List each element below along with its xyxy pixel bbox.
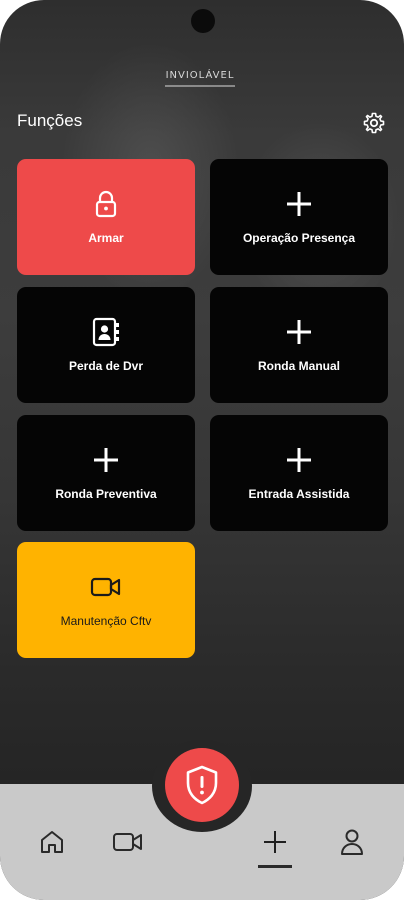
page-title: Funções [17,111,83,130]
tile-label: Entrada Assistida [248,487,350,501]
lock-icon [95,190,117,218]
tile-label: Armar [88,231,124,245]
active-tab-indicator [258,865,292,868]
plus-icon [287,448,311,472]
tile-label: Manutenção Cftv [60,614,152,628]
user-icon [341,829,363,855]
settings-button[interactable] [362,111,386,135]
shield-alert-icon [186,765,218,805]
front-camera [191,9,215,33]
plus-icon [264,831,286,853]
contacts-book-icon [92,317,119,347]
tile-ronda-manual[interactable]: Ronda Manual [210,287,388,403]
nav-video-button[interactable] [111,826,145,858]
tile-entrada-assistida[interactable]: Entrada Assistida [210,415,388,531]
tile-ronda-preventiva[interactable]: Ronda Preventiva [17,415,195,531]
tile-perda-de-dvr[interactable]: Perda de Dvr [17,287,195,403]
gear-icon [363,112,385,134]
phone-screen: INVIOLÁVEL Funções Armar Operação Presen [0,0,404,900]
nav-add-button[interactable] [260,826,290,858]
plus-icon [287,320,311,344]
home-icon [41,831,63,853]
brand-logo: INVIOLÁVEL [150,70,250,94]
plus-icon [94,448,118,472]
tile-label: Perda de Dvr [68,359,144,373]
nav-profile-button[interactable] [337,826,367,858]
logo-text: INVIOLÁVEL [165,70,235,81]
video-camera-icon [113,833,142,851]
tile-armar[interactable]: Armar [17,159,195,275]
tile-label: Operação Presença [242,231,356,245]
tile-label: Ronda Preventiva [55,487,157,501]
plus-icon [287,192,311,216]
tile-manutencao-cftv[interactable]: Manutenção Cftv [17,542,195,658]
video-camera-icon [90,577,121,597]
nav-home-button[interactable] [37,826,67,858]
emergency-button[interactable] [165,748,239,822]
tile-operacao-presenca[interactable]: Operação Presença [210,159,388,275]
tile-label: Ronda Manual [257,359,340,373]
logo-underline [165,85,235,87]
